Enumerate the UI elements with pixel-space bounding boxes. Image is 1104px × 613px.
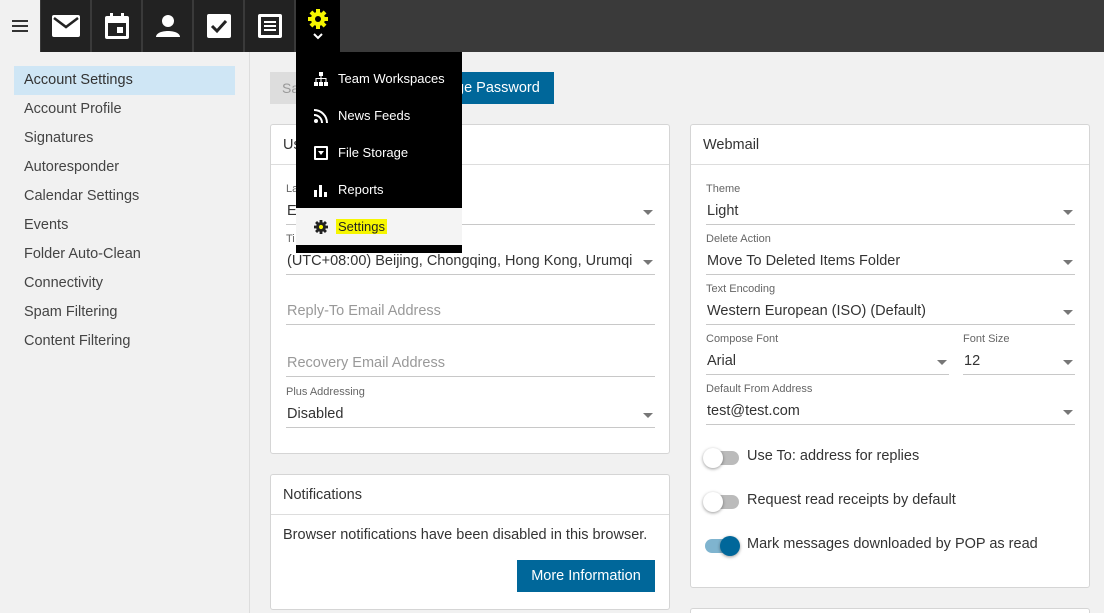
menu-button[interactable] bbox=[0, 0, 40, 52]
sidebar-item-spam-filtering[interactable]: Spam Filtering bbox=[14, 298, 235, 327]
field-value: test@test.com bbox=[707, 403, 800, 419]
settings-menu-button[interactable] bbox=[296, 0, 341, 52]
toggle-label: Request read receipts by default bbox=[747, 492, 956, 508]
caret-down-icon bbox=[643, 210, 653, 215]
field-label: Font Size bbox=[963, 333, 1010, 345]
notifications-card: Notifications Browser notifications have… bbox=[270, 474, 670, 610]
tasks-icon bbox=[206, 14, 231, 38]
field-placeholder: Reply-To Email Address bbox=[287, 303, 441, 319]
field-value: Western European (ISO) (Default) bbox=[707, 303, 926, 319]
sidebar-item-signatures[interactable]: Signatures bbox=[14, 124, 235, 153]
card-title: Webmail bbox=[691, 125, 1089, 165]
mail-button[interactable] bbox=[41, 0, 91, 52]
field-value: Arial bbox=[707, 353, 737, 369]
compose-font-select[interactable]: Compose Font Arial bbox=[706, 333, 949, 375]
toggle-label: Use To: address for replies bbox=[747, 448, 920, 464]
bar-chart-icon bbox=[313, 182, 329, 198]
field-label: Theme bbox=[706, 183, 741, 195]
reply-to-email-input[interactable]: Reply-To Email Address bbox=[286, 301, 655, 325]
default-from-address-select[interactable]: Default From Address test@test.com bbox=[706, 383, 1075, 425]
chevron-down-icon bbox=[313, 32, 323, 39]
card-title: Notifications bbox=[271, 475, 669, 515]
rss-icon bbox=[313, 108, 329, 124]
sitemap-icon bbox=[313, 71, 329, 87]
menu-item-label: Reports bbox=[338, 182, 384, 197]
toggle-label: Mark messages downloaded by POP as read bbox=[747, 536, 1038, 552]
more-information-button[interactable]: More Information bbox=[517, 560, 655, 592]
field-label: Plus Addressing bbox=[286, 386, 365, 398]
settings-gear-icon bbox=[308, 8, 328, 29]
field-value: Move To Deleted Items Folder bbox=[707, 253, 901, 269]
notes-icon bbox=[257, 14, 282, 38]
caret-down-icon bbox=[643, 260, 653, 265]
timezone-select[interactable]: Ti (UTC+08:00) Beijing, Chongqing, Hong … bbox=[286, 233, 655, 275]
menu-item-label: Settings bbox=[336, 219, 387, 234]
menu-item-team-workspaces[interactable]: Team Workspaces bbox=[296, 60, 462, 97]
menu-item-label: Team Workspaces bbox=[338, 71, 445, 86]
sidebar-item-calendar-settings[interactable]: Calendar Settings bbox=[14, 182, 235, 211]
field-value: Light bbox=[707, 203, 739, 219]
sidebar-item-events[interactable]: Events bbox=[14, 211, 235, 240]
menu-icon bbox=[12, 20, 28, 32]
text-encoding-select[interactable]: Text Encoding Western European (ISO) (De… bbox=[706, 283, 1075, 325]
caret-down-icon bbox=[1063, 360, 1073, 365]
use-to-address-toggle[interactable] bbox=[703, 448, 739, 468]
field-placeholder: Recovery Email Address bbox=[287, 355, 445, 371]
tasks-button[interactable] bbox=[194, 0, 244, 52]
notes-button[interactable] bbox=[245, 0, 295, 52]
sidebar-item-content-filtering[interactable]: Content Filtering bbox=[14, 327, 235, 356]
sidebar-item-account-settings[interactable]: Account Settings bbox=[14, 66, 235, 95]
caret-down-icon bbox=[1063, 260, 1073, 265]
caret-down-icon bbox=[1063, 410, 1073, 415]
menu-item-reports[interactable]: Reports bbox=[296, 171, 462, 208]
field-value: Disabled bbox=[287, 406, 344, 422]
field-label: Ti bbox=[286, 233, 295, 245]
toggle-knob bbox=[703, 492, 723, 512]
toggle-knob bbox=[720, 536, 740, 556]
contacts-icon bbox=[155, 15, 180, 37]
caret-down-icon bbox=[643, 413, 653, 418]
notifications-message: Browser notifications have been disabled… bbox=[283, 527, 648, 543]
plus-addressing-select[interactable]: Plus Addressing Disabled bbox=[286, 386, 655, 428]
mail-icon bbox=[51, 15, 80, 37]
settings-dropdown-menu: Team Workspaces News Feeds File Storage bbox=[296, 52, 462, 253]
calendar-button[interactable] bbox=[92, 0, 142, 52]
menu-item-label: File Storage bbox=[338, 145, 409, 160]
pop-mark-read-toggle[interactable] bbox=[705, 536, 740, 556]
storage-icon bbox=[313, 145, 329, 161]
field-value: (UTC+08:00) Beijing, Chongqing, Hong Kon… bbox=[287, 253, 633, 269]
webmail-card: Webmail Theme Light Delete Action Move T… bbox=[690, 124, 1090, 588]
caret-down-icon bbox=[937, 360, 947, 365]
field-label: Compose Font bbox=[706, 333, 779, 345]
calendar-icon bbox=[104, 13, 129, 39]
sidebar-item-folder-auto-clean[interactable]: Folder Auto-Clean bbox=[14, 240, 235, 269]
caret-down-icon bbox=[1063, 210, 1073, 215]
menu-item-label: News Feeds bbox=[338, 108, 411, 123]
sidebar-item-account-profile[interactable]: Account Profile bbox=[14, 95, 235, 124]
delete-action-select[interactable]: Delete Action Move To Deleted Items Fold… bbox=[706, 233, 1075, 275]
gear-icon bbox=[313, 219, 329, 235]
field-label: Default From Address bbox=[706, 383, 813, 395]
field-label: Delete Action bbox=[706, 233, 771, 245]
sidebar-item-connectivity[interactable]: Connectivity bbox=[14, 269, 235, 298]
menu-item-file-storage[interactable]: File Storage bbox=[296, 134, 462, 171]
settings-sidebar: Account Settings Account Profile Signatu… bbox=[0, 52, 250, 613]
caret-down-icon bbox=[1063, 310, 1073, 315]
theme-select[interactable]: Theme Light bbox=[706, 183, 1075, 225]
menu-item-news-feeds[interactable]: News Feeds bbox=[296, 97, 462, 134]
field-value: 12 bbox=[964, 353, 981, 369]
toggle-knob bbox=[703, 448, 723, 468]
font-size-select[interactable]: Font Size 12 bbox=[963, 333, 1075, 375]
top-toolbar bbox=[0, 0, 1104, 52]
recovery-email-input[interactable]: Recovery Email Address bbox=[286, 353, 655, 377]
menu-item-settings[interactable]: Settings bbox=[296, 208, 462, 245]
next-card bbox=[690, 608, 1090, 613]
field-label: Text Encoding bbox=[706, 283, 776, 295]
contacts-button[interactable] bbox=[143, 0, 193, 52]
sidebar-item-autoresponder[interactable]: Autoresponder bbox=[14, 153, 235, 182]
read-receipts-toggle[interactable] bbox=[703, 492, 739, 512]
